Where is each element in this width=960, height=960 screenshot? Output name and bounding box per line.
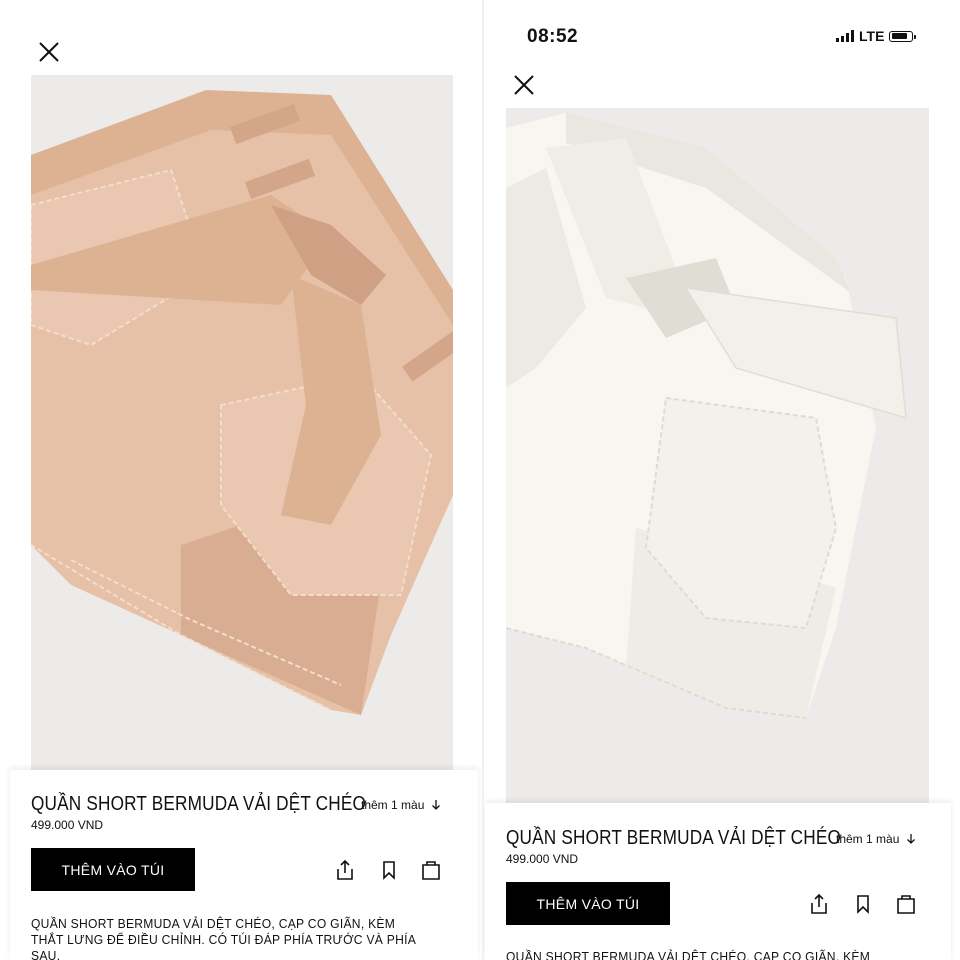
bookmark-icon	[857, 895, 869, 914]
battery-icon	[889, 30, 917, 42]
add-to-bag-button[interactable]: THÊM VÀO TÚI	[506, 882, 670, 925]
share-button[interactable]	[808, 893, 830, 915]
signal-icon	[836, 30, 854, 42]
bag-button[interactable]	[895, 893, 917, 915]
shopping-bag-icon	[897, 895, 915, 914]
share-icon	[337, 859, 353, 880]
share-icon	[811, 893, 827, 914]
more-colors-link[interactable]: thêm 1 màu	[836, 832, 916, 846]
status-bar: 08:52 LTE	[484, 24, 960, 52]
product-title: QUẦN SHORT BERMUDA VẢI DỆT CHÉO	[506, 827, 842, 849]
more-colors-label: thêm 1 màu	[836, 832, 900, 846]
shopping-bag-icon	[422, 861, 440, 880]
more-colors-link[interactable]: thêm 1 màu	[361, 798, 441, 812]
close-button[interactable]	[37, 40, 61, 64]
network-type: LTE	[859, 28, 885, 44]
product-photo	[31, 75, 453, 775]
product-photo	[506, 108, 929, 805]
product-price: 499.000 VND	[31, 818, 104, 832]
product-description: QUẦN SHORT BERMUDA VẢI DỆT CHÉO, CẠP CO …	[31, 916, 416, 960]
arrow-down-icon	[906, 834, 915, 844]
product-description: QUẦN SHORT BERMUDA VẢI DỆT CHÉO, CẠP CO …	[506, 949, 871, 960]
right-screenshot: 08:52 LTE QUẦN SHORT BERMUDA VẢI DỆT CHÉ…	[484, 0, 960, 960]
product-title: QUẦN SHORT BERMUDA VẢI DỆT CHÉO	[31, 793, 367, 815]
close-icon	[514, 75, 534, 95]
close-icon	[39, 42, 59, 62]
product-info-card: QUẦN SHORT BERMUDA VẢI DỆT CHÉO 499.000 …	[485, 803, 951, 960]
product-info-card: QUẦN SHORT BERMUDA VẢI DỆT CHÉO 499.000 …	[10, 770, 478, 960]
bag-button[interactable]	[420, 859, 442, 881]
close-button[interactable]	[512, 73, 536, 97]
add-to-bag-button[interactable]: THÊM VÀO TÚI	[31, 848, 195, 891]
save-button[interactable]	[378, 859, 400, 881]
save-button[interactable]	[852, 893, 874, 915]
left-screenshot: QUẦN SHORT BERMUDA VẢI DỆT CHÉO 499.000 …	[0, 0, 484, 960]
bookmark-icon	[383, 861, 395, 880]
more-colors-label: thêm 1 màu	[361, 798, 425, 812]
share-button[interactable]	[334, 859, 356, 881]
status-time: 08:52	[527, 26, 579, 47]
arrow-down-icon	[431, 800, 440, 810]
shorts-pink-illustration	[31, 75, 453, 775]
shorts-white-illustration	[506, 108, 929, 805]
status-indicators: LTE	[836, 28, 917, 44]
product-price: 499.000 VND	[506, 852, 579, 866]
